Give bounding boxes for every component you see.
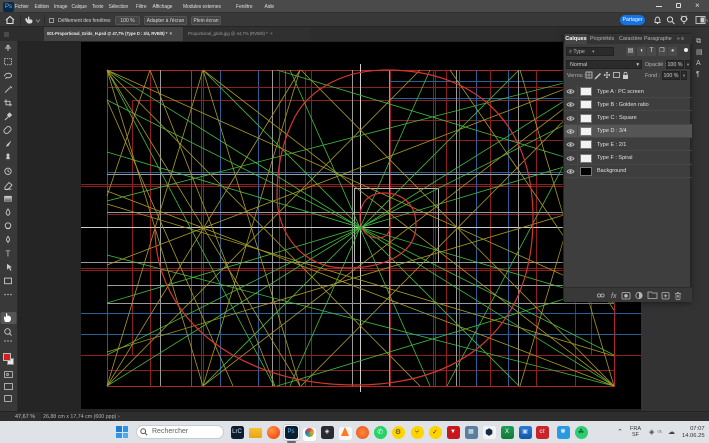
svg-text:fx: fx xyxy=(611,293,617,300)
svg-text:T: T xyxy=(6,250,11,259)
